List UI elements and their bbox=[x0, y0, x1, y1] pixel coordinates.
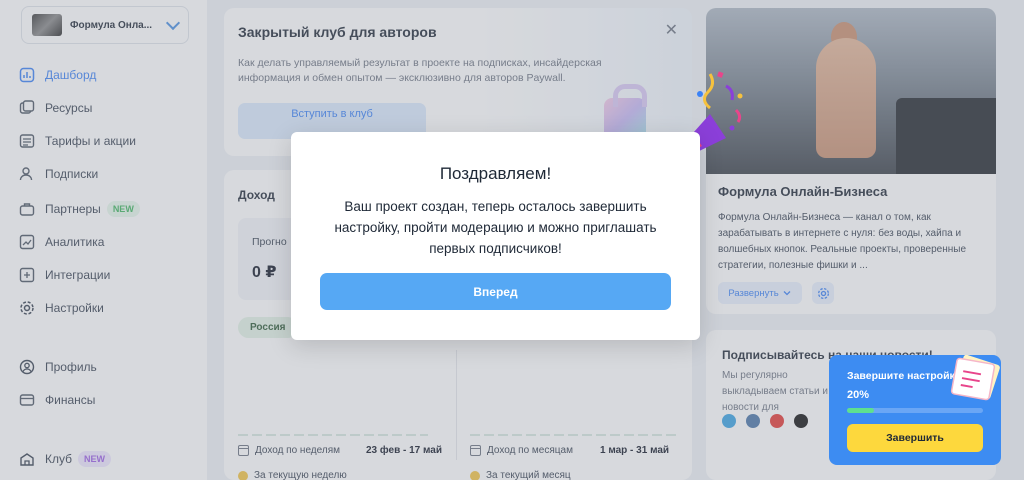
finish-setup-button[interactable]: Завершить bbox=[847, 424, 983, 452]
checklist-icon bbox=[950, 355, 1000, 401]
modal-text: Ваш проект создан, теперь осталось завер… bbox=[334, 199, 657, 256]
modal-title: Поздравляем! bbox=[439, 164, 552, 183]
congratulations-modal: Поздравляем! Ваш проект создан, теперь о… bbox=[291, 132, 700, 340]
setup-progress-bar bbox=[847, 408, 983, 413]
forward-button[interactable]: Вперед bbox=[320, 273, 671, 310]
setup-percent: 20% bbox=[847, 389, 870, 401]
setup-progress-fill bbox=[847, 408, 875, 413]
